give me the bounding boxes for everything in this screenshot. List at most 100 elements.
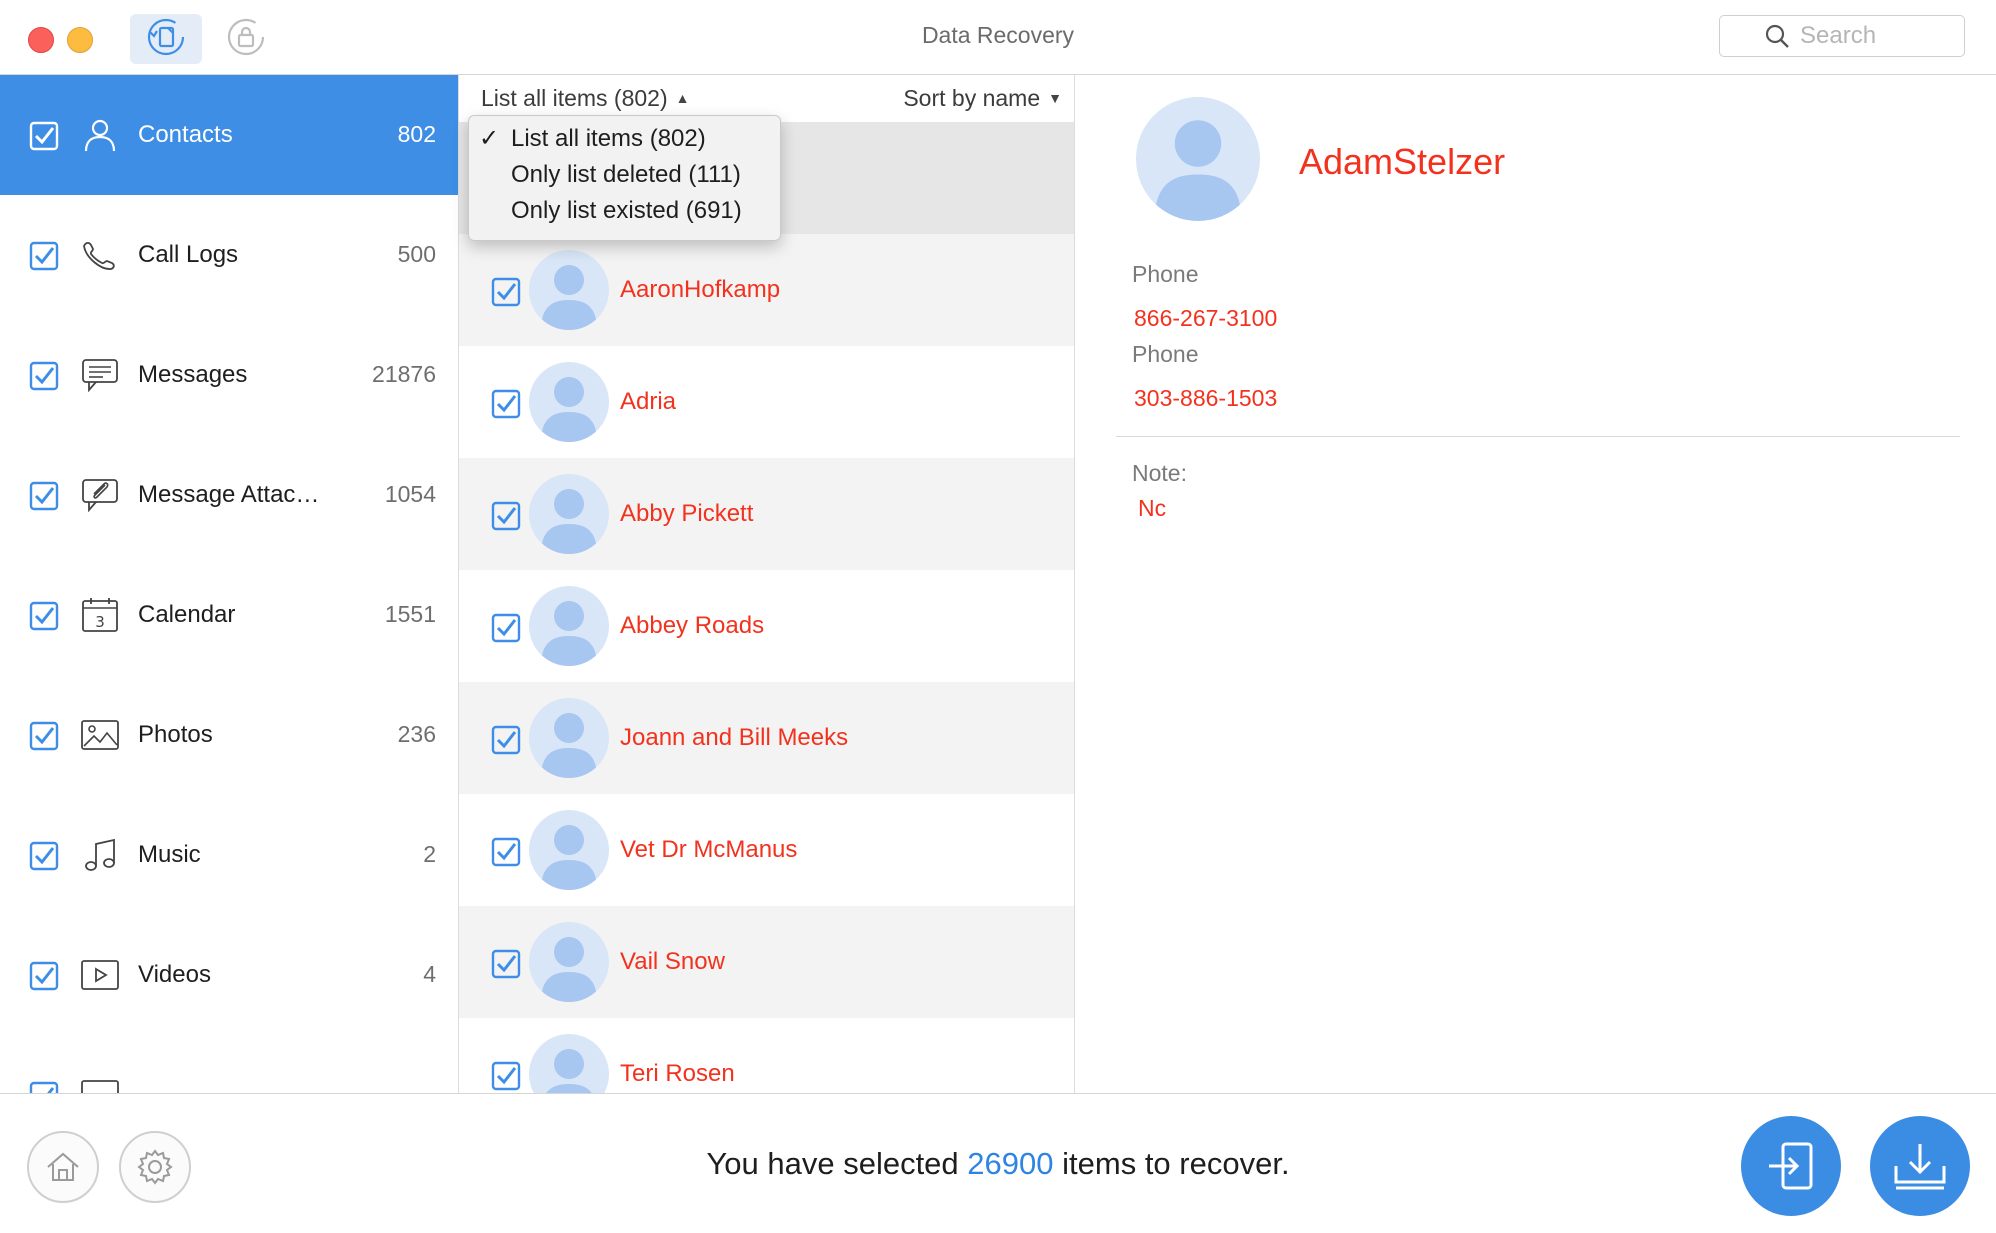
checkbox-checked-icon[interactable] <box>491 725 521 755</box>
menu-item-only-deleted[interactable]: Only list deleted (111) <box>469 156 780 192</box>
sidebar-item-count: 2 <box>423 841 436 867</box>
list-row[interactable]: Joann and Bill Meeks <box>459 682 1074 794</box>
sort-label: Sort by name <box>903 85 1041 111</box>
search-placeholder: Search <box>1800 22 1877 49</box>
sidebar-item-label: Photos <box>138 721 213 748</box>
sidebar-item-photos[interactable]: Photos 236 <box>0 675 458 795</box>
sidebar-item-count: 802 <box>397 121 436 147</box>
avatar <box>529 922 609 1002</box>
contact-avatar <box>1136 97 1260 221</box>
list-row[interactable]: Abbey Roads <box>459 570 1074 682</box>
contact-detail-name: AdamStelzer <box>1299 141 1506 182</box>
contact-detail-pane: AdamStelzer Phone 866-267-3100 Phone 303… <box>1076 75 1996 1093</box>
avatar <box>529 250 609 330</box>
sidebar-item-partial[interactable] <box>0 1035 458 1093</box>
avatar <box>529 586 609 666</box>
list-row[interactable]: Teri Rosen <box>459 1018 1074 1093</box>
contact-name: Abbey Roads <box>620 612 765 639</box>
checkbox-checked-icon[interactable] <box>491 837 521 867</box>
calendar-icon: 3 <box>80 597 120 633</box>
selected-count: 26900 <box>967 1146 1054 1181</box>
checkbox-checked-icon[interactable] <box>491 613 521 643</box>
filter-dropdown-menu: ✓ List all items (802) Only list deleted… <box>468 115 781 241</box>
menu-item-only-existed[interactable]: Only list existed (691) <box>469 192 780 228</box>
chevron-down-icon: ▼ <box>1048 90 1062 106</box>
message-icon <box>80 357 120 393</box>
sidebar-item-count: 1551 <box>384 601 436 627</box>
export-to-device-icon <box>1769 1142 1813 1190</box>
sidebar-item-messages[interactable]: Messages 21876 <box>0 315 458 435</box>
contact-name: Joann and Bill Meeks <box>620 724 849 751</box>
checkmark-icon: ✓ <box>479 125 500 152</box>
filter-label: List all items (802) <box>481 85 668 111</box>
contact-name: Vet Dr McManus <box>620 836 798 863</box>
contact-name: Abby Pickett <box>620 500 754 527</box>
avatar <box>529 362 609 442</box>
search-icon <box>1765 24 1789 48</box>
filter-dropdown-button[interactable]: List all items (802) ▲ <box>481 85 689 112</box>
sidebar-item-label: Videos <box>138 961 211 988</box>
sidebar-item-count: 236 <box>397 721 436 747</box>
sidebar-item-call-logs[interactable]: Call Logs 500 <box>0 195 458 315</box>
phone-label: Phone <box>1132 341 1199 367</box>
download-icon <box>1894 1144 1946 1190</box>
note-value: Nc <box>1138 495 1167 521</box>
checkbox-checked-icon[interactable] <box>491 1061 521 1091</box>
sidebar-item-label: Calendar <box>138 601 236 628</box>
checkbox-checked-icon[interactable] <box>29 361 59 391</box>
recover-to-device-button[interactable] <box>1741 1116 1841 1216</box>
checkbox-checked-icon[interactable] <box>29 241 59 271</box>
sidebar-item-count: 4 <box>423 961 436 987</box>
checkbox-checked-icon[interactable] <box>29 721 59 751</box>
app-window: Data Recovery Search Contacts 802 Call L… <box>0 0 1996 1233</box>
checkbox-checked-icon[interactable] <box>29 121 59 151</box>
list-row[interactable]: Abby Pickett <box>459 458 1074 570</box>
checkbox-checked-icon[interactable] <box>29 1081 59 1093</box>
checkbox-checked-icon[interactable] <box>29 601 59 631</box>
selection-status: You have selected 26900 items to recover… <box>706 1146 1290 1181</box>
checkbox-checked-icon[interactable] <box>491 389 521 419</box>
avatar <box>529 1034 609 1093</box>
checkbox-checked-icon[interactable] <box>29 841 59 871</box>
phone-value: 303-886-1503 <box>1134 385 1278 411</box>
video-icon <box>80 957 120 993</box>
checkbox-checked-icon[interactable] <box>29 961 59 991</box>
sidebar-item-label: Contacts <box>138 121 233 148</box>
checkbox-checked-icon[interactable] <box>491 949 521 979</box>
sidebar-item-calendar[interactable]: 3 Calendar 1551 <box>0 555 458 675</box>
window-title: Data Recovery <box>921 22 1075 48</box>
list-row[interactable]: AaronHofkamp <box>459 234 1074 346</box>
chevron-up-icon: ▲ <box>675 90 690 106</box>
attachment-icon <box>80 477 120 513</box>
sidebar-item-message-attachments[interactable]: Message Attac… 1054 <box>0 435 458 555</box>
checkbox-checked-icon[interactable] <box>491 277 521 307</box>
list-row[interactable]: Adria <box>459 346 1074 458</box>
svg-text:3: 3 <box>95 613 105 631</box>
person-icon <box>80 117 120 153</box>
checkbox-checked-icon[interactable] <box>29 481 59 511</box>
contact-name: Vail Snow <box>620 948 725 975</box>
recover-to-computer-button[interactable] <box>1870 1116 1970 1216</box>
search-input[interactable]: Search <box>1719 15 1965 57</box>
note-label: Note: <box>1132 460 1187 486</box>
music-icon <box>80 837 120 873</box>
sidebar-item-contacts[interactable]: Contacts 802 <box>0 75 458 195</box>
phone-label: Phone <box>1132 261 1199 287</box>
contact-name: Adria <box>620 388 677 415</box>
contact-name: Teri Rosen <box>620 1060 735 1087</box>
list-row[interactable]: Vet Dr McManus <box>459 794 1074 906</box>
sort-dropdown-button[interactable]: Sort by name ▼ <box>903 85 1062 112</box>
phone-value: 866-267-3100 <box>1134 305 1278 331</box>
category-sidebar: Contacts 802 Call Logs 500 Messages 2187… <box>0 75 459 1093</box>
list-row[interactable]: Vail Snow <box>459 906 1074 1018</box>
app-icon <box>80 1077 120 1093</box>
sidebar-item-videos[interactable]: Videos 4 <box>0 915 458 1035</box>
checkbox-checked-icon[interactable] <box>491 501 521 531</box>
bottom-bar: You have selected 26900 items to recover… <box>0 1093 1996 1233</box>
photo-icon <box>80 717 120 753</box>
divider <box>1116 436 1960 437</box>
sidebar-item-label: Messages <box>138 361 248 388</box>
sidebar-item-count: 500 <box>397 241 436 267</box>
sidebar-item-music[interactable]: Music 2 <box>0 795 458 915</box>
menu-item-list-all[interactable]: ✓ List all items (802) <box>469 120 780 156</box>
